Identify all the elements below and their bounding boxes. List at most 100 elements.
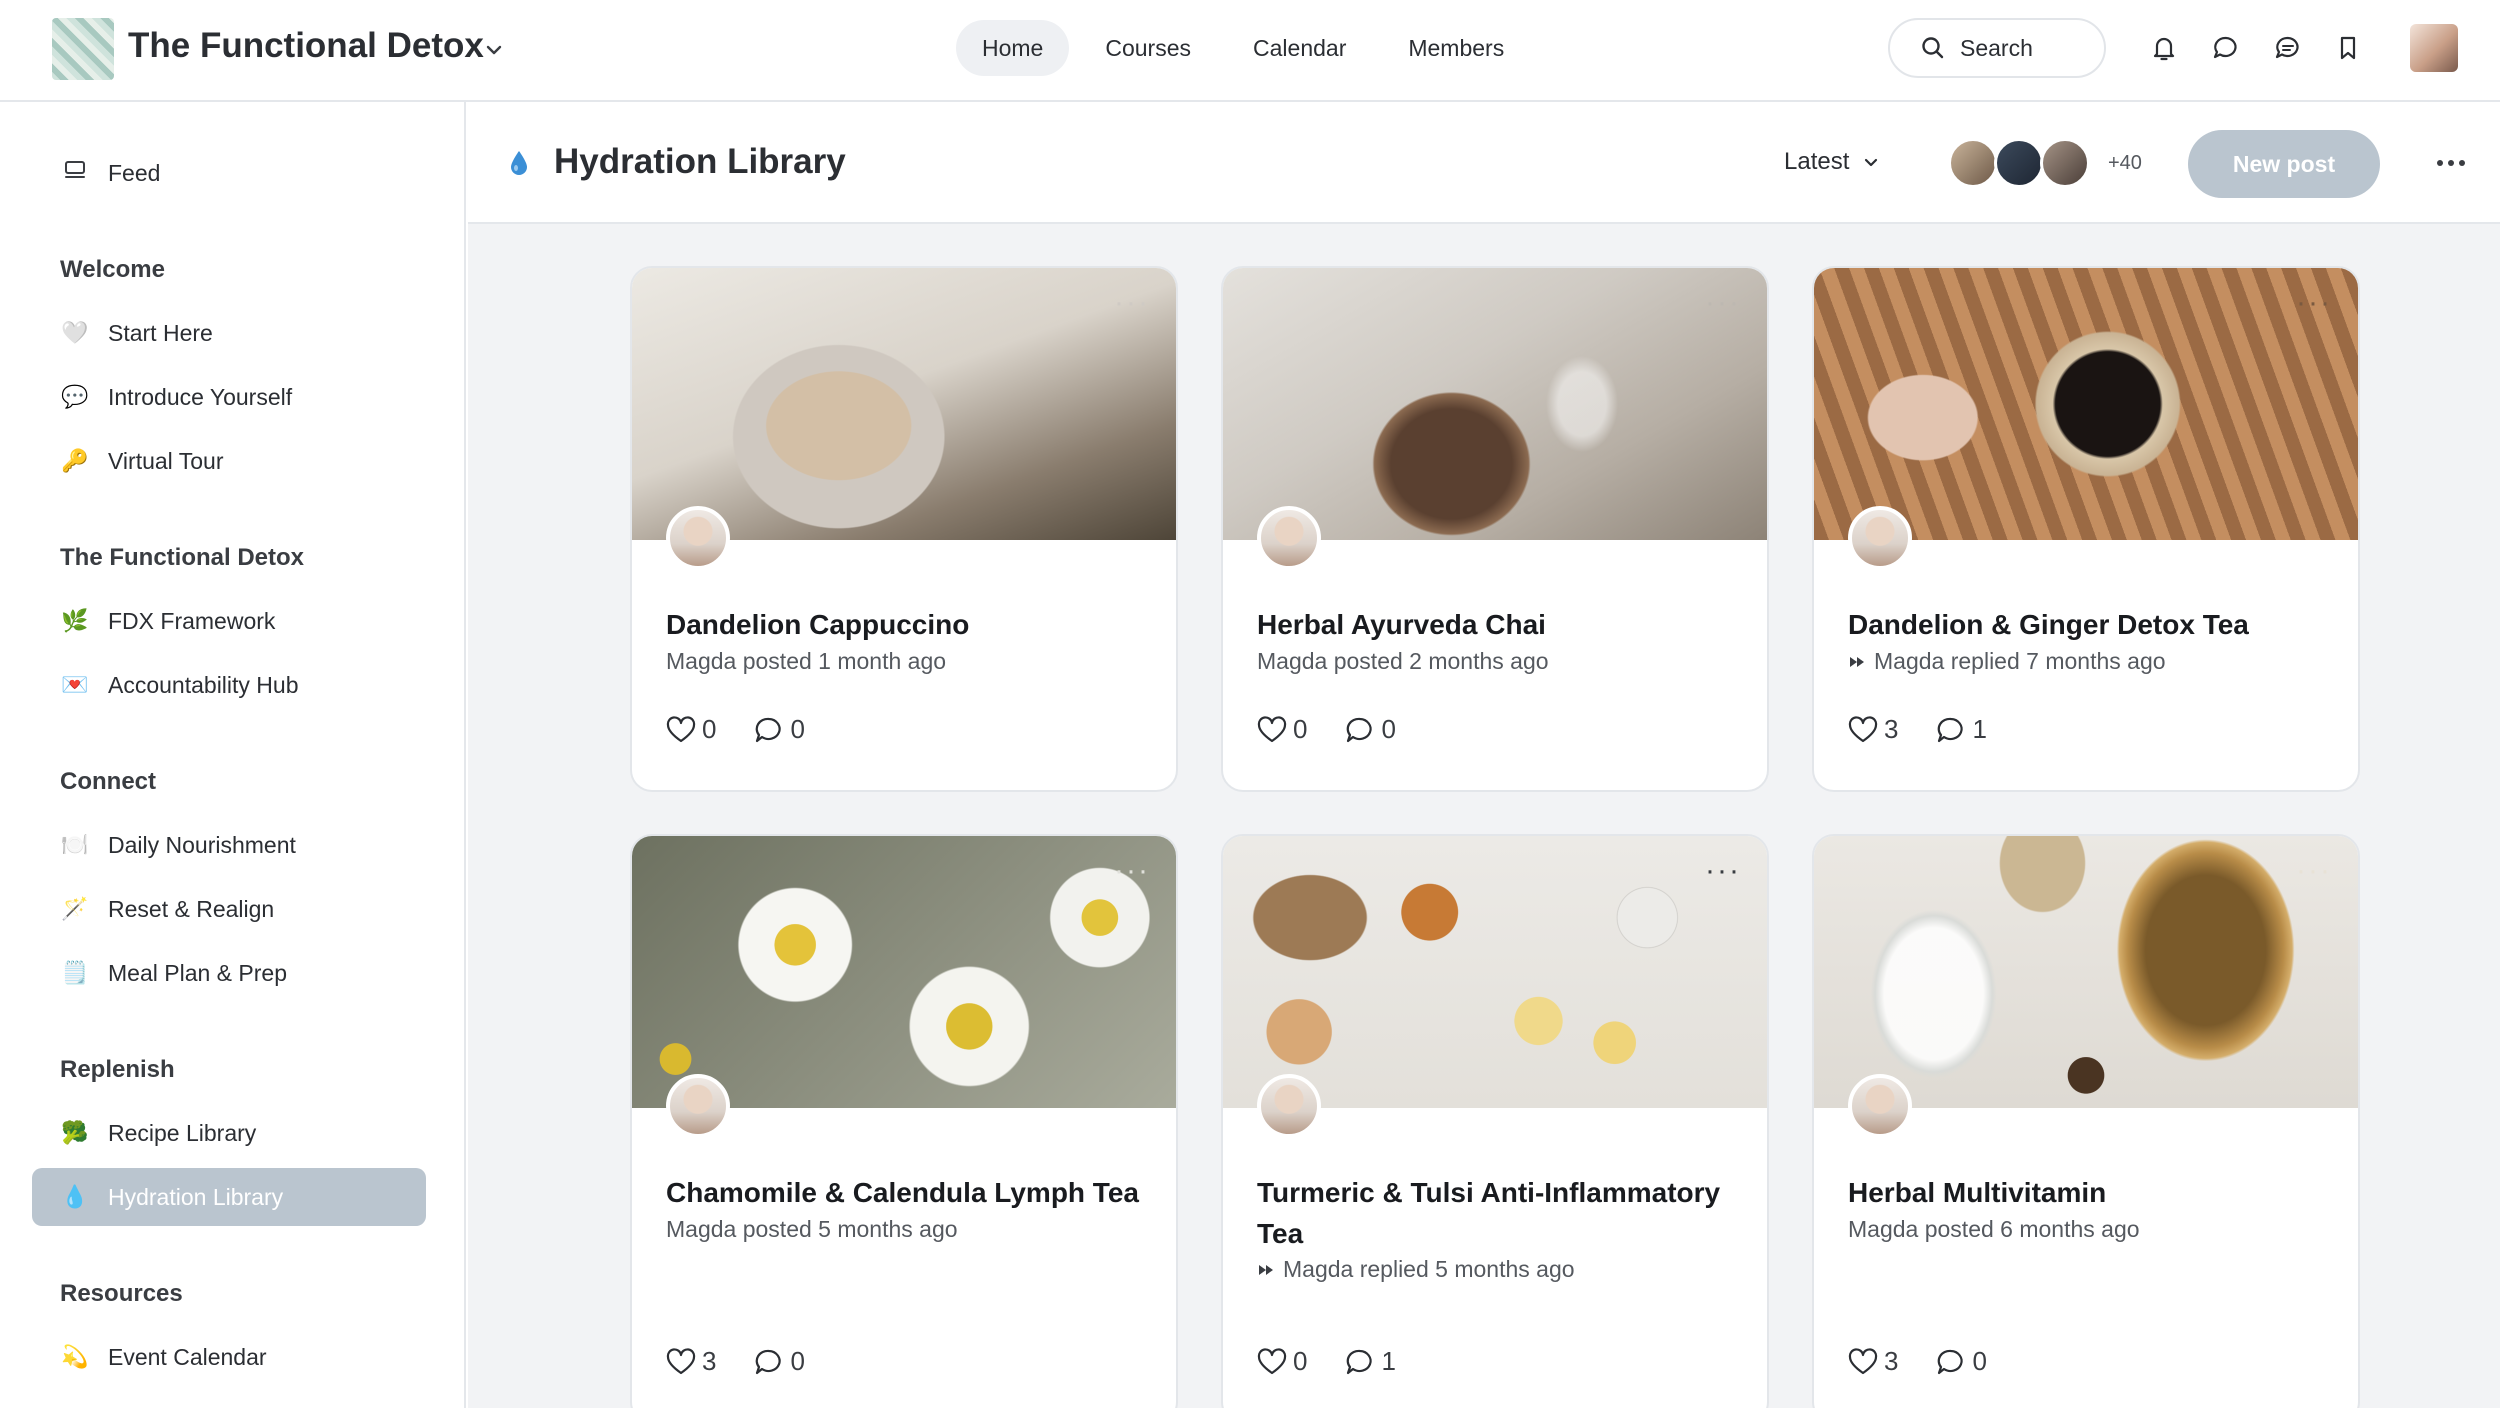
post-image[interactable] — [1814, 836, 2358, 1108]
heart-icon[interactable] — [1257, 1347, 1287, 1376]
comment-icon[interactable] — [1345, 1348, 1375, 1376]
post-title[interactable]: Dandelion & Ginger Detox Tea — [1848, 604, 2328, 645]
sidebar-item-feed[interactable]: Feed — [32, 144, 426, 202]
heart-icon[interactable] — [1848, 1347, 1878, 1376]
like-count: 3 — [702, 1346, 717, 1376]
sidebar-heading-replenish[interactable]: Replenish — [60, 1056, 175, 1084]
post-stats: 0 0 — [1257, 714, 1396, 745]
post-stats: 3 0 — [666, 1346, 805, 1377]
post-menu-icon[interactable]: ··· — [1705, 856, 1741, 886]
reply-arrow-icon — [1259, 1264, 1273, 1275]
community-name[interactable]: The Functional Detox — [128, 26, 484, 66]
chat-bubble-icon[interactable] — [2208, 30, 2244, 66]
post-meta: Magda replied 5 months ago — [1257, 1256, 1575, 1283]
new-post-button[interactable]: New post — [2188, 130, 2380, 198]
author-avatar[interactable] — [1257, 506, 1321, 570]
sidebar-item-hydration-library[interactable]: 💧 Hydration Library — [32, 1168, 426, 1226]
post-meta: Magda posted 2 months ago — [1257, 648, 1549, 675]
messages-icon[interactable] — [2270, 30, 2306, 66]
comment-icon[interactable] — [1936, 716, 1966, 744]
sort-dropdown[interactable]: Latest — [1784, 148, 1881, 176]
sort-label: Latest — [1784, 148, 1850, 175]
nav-courses[interactable]: Courses — [1079, 20, 1217, 76]
post-title[interactable]: Herbal Ayurveda Chai — [1257, 604, 1737, 645]
nav-members[interactable]: Members — [1382, 20, 1530, 76]
post-image[interactable] — [1814, 268, 2358, 540]
bell-icon[interactable] — [2146, 30, 2182, 66]
comment-icon[interactable] — [1345, 716, 1375, 744]
comment-count: 0 — [790, 1346, 805, 1376]
author-avatar[interactable] — [666, 1074, 730, 1138]
sidebar-item-daily-nourishment[interactable]: 🍽️ Daily Nourishment — [32, 816, 426, 874]
community-logo[interactable] — [52, 18, 114, 80]
sidebar-item-accountability-hub[interactable]: 💌 Accountability Hub — [32, 656, 426, 714]
sidebar-item-event-calendar[interactable]: 💫 Event Calendar — [32, 1328, 426, 1386]
author-avatar[interactable] — [666, 506, 730, 570]
like-count: 0 — [702, 714, 717, 744]
sidebar-heading-functional-detox[interactable]: The Functional Detox — [60, 544, 304, 572]
sidebar-item-label: Daily Nourishment — [108, 831, 296, 858]
chevron-down-icon[interactable] — [480, 36, 508, 64]
space-header: Hydration Library Latest +40 New post — [468, 102, 2500, 224]
sidebar-item-introduce-yourself[interactable]: 💬 Introduce Yourself — [32, 368, 426, 426]
herb-icon: 🌿 — [61, 608, 89, 633]
bookmark-icon[interactable] — [2330, 30, 2366, 66]
post-image[interactable] — [632, 836, 1176, 1108]
post-card[interactable]: ··· Herbal Multivitamin Magda posted 6 m… — [1812, 834, 2360, 1408]
sidebar-item-meal-plan[interactable]: 🗒️ Meal Plan & Prep — [32, 944, 426, 1002]
post-card[interactable]: ··· Chamomile & Calendula Lymph Tea Magd… — [630, 834, 1178, 1408]
member-avatar — [1948, 138, 1998, 188]
sidebar-item-reset-realign[interactable]: 🪄 Reset & Realign — [32, 880, 426, 938]
sidebar-item-fdx-framework[interactable]: 🌿 FDX Framework — [32, 592, 426, 650]
post-title[interactable]: Turmeric & Tulsi Anti-Inflammatory Tea — [1257, 1172, 1737, 1254]
post-image[interactable] — [1223, 268, 1767, 540]
post-card[interactable]: ··· Turmeric & Tulsi Anti-Inflammatory T… — [1221, 834, 1769, 1408]
magic-wand-icon: 🪄 — [61, 896, 89, 921]
post-title[interactable]: Dandelion Cappuccino — [666, 604, 1146, 645]
post-card[interactable]: ··· Herbal Ayurveda Chai Magda posted 2 … — [1221, 266, 1769, 792]
sidebar-item-label: Reset & Realign — [108, 895, 275, 922]
post-stats: 0 1 — [1257, 1346, 1396, 1377]
author-avatar[interactable] — [1848, 506, 1912, 570]
comment-icon[interactable] — [754, 1348, 784, 1376]
post-menu-icon[interactable]: ··· — [1114, 856, 1150, 886]
post-menu-icon[interactable]: ··· — [2296, 856, 2332, 886]
nav-calendar[interactable]: Calendar — [1227, 20, 1372, 76]
sidebar-item-label: Feed — [108, 159, 161, 186]
post-image[interactable] — [1223, 836, 1767, 1108]
sidebar-item-recipe-library[interactable]: 🥦 Recipe Library — [32, 1104, 426, 1162]
sidebar-heading-connect[interactable]: Connect — [60, 768, 156, 796]
heart-icon[interactable] — [1257, 715, 1287, 744]
member-count[interactable]: +40 — [2108, 152, 2142, 175]
post-card[interactable]: ··· Dandelion & Ginger Detox Tea Magda r… — [1812, 266, 2360, 792]
member-avatars[interactable] — [1948, 138, 2090, 188]
heart-icon[interactable] — [1848, 715, 1878, 744]
search-button[interactable]: Search — [1888, 18, 2106, 78]
sidebar-item-start-here[interactable]: 🤍 Start Here — [32, 304, 426, 362]
post-menu-icon[interactable]: ··· — [1705, 288, 1741, 318]
feed-icon — [60, 158, 90, 188]
author-avatar[interactable] — [1257, 1074, 1321, 1138]
sidebar-item-label: Accountability Hub — [108, 671, 299, 698]
key-icon: 🔑 — [61, 448, 89, 473]
post-title[interactable]: Chamomile & Calendula Lymph Tea — [666, 1172, 1146, 1213]
comment-count: 1 — [1381, 1346, 1396, 1376]
comment-icon[interactable] — [1936, 1348, 1966, 1376]
more-options-icon[interactable] — [2434, 150, 2468, 176]
heart-icon[interactable] — [666, 715, 696, 744]
post-menu-icon[interactable]: ··· — [1114, 288, 1150, 318]
author-avatar[interactable] — [1848, 1074, 1912, 1138]
post-menu-icon[interactable]: ··· — [2296, 288, 2332, 318]
sidebar-item-virtual-tour[interactable]: 🔑 Virtual Tour — [32, 432, 426, 490]
post-title[interactable]: Herbal Multivitamin — [1848, 1172, 2328, 1213]
nav-home[interactable]: Home — [956, 20, 1070, 76]
sidebar-heading-welcome[interactable]: Welcome — [60, 256, 165, 284]
post-meta: Magda replied 7 months ago — [1848, 648, 2166, 675]
post-image[interactable] — [632, 268, 1176, 540]
post-card[interactable]: ··· Dandelion Cappuccino Magda posted 1 … — [630, 266, 1178, 792]
comment-icon[interactable] — [754, 716, 784, 744]
sidebar-heading-resources[interactable]: Resources — [60, 1280, 183, 1308]
heart-icon[interactable] — [666, 1347, 696, 1376]
droplet-icon: 💧 — [61, 1184, 89, 1209]
user-avatar[interactable] — [2410, 24, 2458, 72]
